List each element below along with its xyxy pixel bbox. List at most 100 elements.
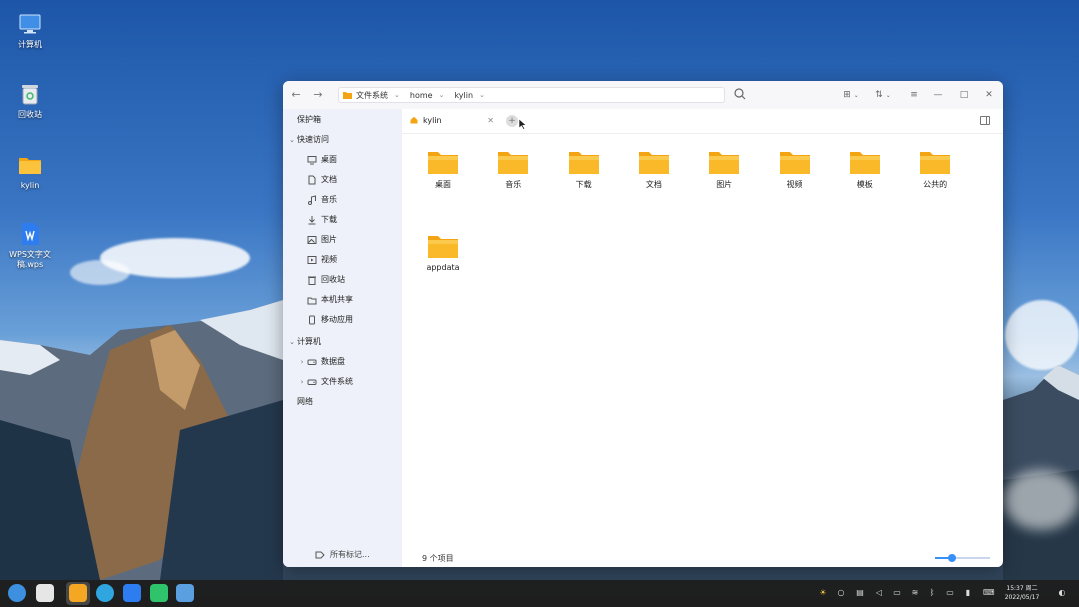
close-tab-icon[interactable]: ✕ (487, 116, 494, 125)
chevron-down-icon[interactable]: ⌄ (479, 91, 485, 99)
zoom-slider-handle[interactable] (947, 554, 956, 562)
folder-item[interactable]: 视频 (770, 149, 820, 190)
sidebar-item-label: 回收站 (321, 275, 345, 284)
chevron-right-icon[interactable]: › (297, 353, 307, 371)
sidebar-item-trash[interactable]: 回收站 (283, 271, 402, 289)
menu-button[interactable]: ≡ (907, 88, 921, 102)
sidebar-item-file-system[interactable]: › 文件系统 (283, 373, 402, 391)
folder-item[interactable]: 音乐 (488, 149, 538, 190)
sort-button[interactable]: ⇅ ⌄ (873, 88, 893, 102)
status-item-count: 9 个项目 (422, 554, 454, 563)
sort-icon: ⇅ (875, 90, 883, 100)
video-icon (307, 256, 317, 264)
add-tab-button[interactable]: + (506, 115, 518, 127)
desktop-icon-label: WPS文字文稿.wps (9, 250, 51, 269)
drive-icon (307, 379, 317, 385)
share-icon (307, 297, 317, 305)
start-menu-icon[interactable] (8, 584, 26, 602)
chevron-down-icon[interactable]: ⌄ (439, 91, 445, 99)
search-icon[interactable] (733, 87, 747, 101)
desktop-icon-label: 计算机 (18, 40, 42, 49)
sidebar-item-data-disk[interactable]: › 数据盘 (283, 353, 402, 371)
folder-item[interactable]: 模板 (840, 149, 890, 190)
forward-button[interactable]: → (311, 88, 325, 102)
sidebar-item-network[interactable]: 网络 (283, 393, 402, 411)
folder-icon (849, 152, 880, 174)
sidebar-item-documents[interactable]: 文档 (283, 171, 402, 189)
tab-kylin[interactable]: kylin ✕ (406, 112, 496, 130)
show-desktop-icon[interactable]: ◐ (1057, 588, 1067, 598)
folder-label: 模板 (856, 180, 873, 189)
folder-item[interactable]: 下载 (559, 149, 609, 190)
folder-label: 视频 (786, 180, 803, 189)
path-bar[interactable]: 文件系统 ⌄ home ⌄ kylin ⌄ (338, 87, 725, 103)
night-mode-icon[interactable]: ☀ (818, 588, 828, 598)
chevron-down-icon[interactable]: ⌄ (394, 91, 400, 99)
desktop-icon-kylin-folder[interactable]: kylin (4, 153, 56, 191)
folder-item[interactable]: 桌面 (418, 149, 468, 190)
zoom-slider[interactable] (935, 554, 990, 562)
sidebar-item-downloads[interactable]: 下载 (283, 211, 402, 229)
download-icon (308, 216, 316, 225)
sidebar-item-computer[interactable]: ⌄ 计算机 (283, 333, 402, 351)
close-button[interactable]: ✕ (982, 88, 996, 102)
browser-icon[interactable] (96, 584, 114, 602)
back-button[interactable]: ← (289, 88, 303, 102)
sidebar-item-label: 保护箱 (297, 115, 321, 124)
sidebar-item-videos[interactable]: 视频 (283, 251, 402, 269)
sidebar-item-label: 视频 (321, 255, 337, 264)
notification-sidebar-icon[interactable]: ▭ (892, 588, 902, 598)
minimize-button[interactable]: — (931, 88, 945, 102)
all-tags-button[interactable]: 所有标记... (303, 549, 393, 560)
sidebar-item-pictures[interactable]: 图片 (283, 231, 402, 249)
chevron-down-icon: ⌄ (853, 92, 859, 99)
taskbar-clock[interactable]: 15:37 周二 2022/05/17 (1002, 584, 1042, 602)
folder-item[interactable]: 图片 (699, 149, 749, 190)
desktop-icon-computer[interactable]: 计算机 (4, 12, 56, 50)
desktop-icon-wps-doc[interactable]: WPS文字文稿.wps (4, 222, 56, 270)
breadcrumb-kylin[interactable]: kylin ⌄ (454, 91, 484, 100)
folder-item[interactable]: 公共的 (910, 149, 960, 190)
input-method-icon[interactable]: ⌨ (983, 588, 995, 598)
breadcrumb-home[interactable]: home ⌄ (410, 91, 445, 100)
computer-icon (19, 14, 41, 34)
screen-projection-icon[interactable]: ▭ (945, 588, 955, 598)
file-manager-window: ← → 文件系统 ⌄ home ⌄ kylin ⌄ ⊞ ⌄ ⇅ ⌄ ≡ — □ … (283, 81, 1003, 567)
sidebar-item-label: 移动应用 (321, 315, 353, 324)
folder-item[interactable]: 文档 (629, 149, 679, 190)
folder-label: 图片 (716, 180, 733, 189)
software-store-icon[interactable] (150, 584, 168, 602)
sidebar-item-desktop[interactable]: 桌面 (283, 151, 402, 169)
folder-item[interactable]: appdata (418, 233, 468, 272)
folder-icon (19, 158, 41, 174)
bluetooth-icon[interactable]: ᛒ (927, 588, 937, 598)
file-manager-icon[interactable] (69, 584, 87, 602)
sidebar-item-mobile-apps[interactable]: 移动应用 (283, 311, 402, 329)
image-viewer-icon[interactable] (176, 584, 194, 602)
folder-label: 音乐 (505, 180, 522, 189)
preview-panel-toggle-icon[interactable] (980, 116, 990, 125)
multitask-view-icon[interactable] (36, 584, 54, 602)
network-icon[interactable]: ≋ (910, 588, 920, 598)
sidebar-item-local-share[interactable]: 本机共享 (283, 291, 402, 309)
desktop-icon-trash[interactable]: 回收站 (4, 82, 56, 120)
search-icon[interactable]: ○ (836, 588, 846, 598)
sidebar-item-quick-access[interactable]: ⌄ 快速访问 (283, 131, 402, 149)
sidebar-item-protect-box[interactable]: 保护箱 (283, 111, 402, 129)
chevron-down-icon[interactable]: ⌄ (287, 131, 297, 149)
chevron-right-icon[interactable]: › (297, 373, 307, 391)
sidebar-item-music[interactable]: 音乐 (283, 191, 402, 209)
wps-icon[interactable] (123, 584, 141, 602)
desktop-icon-label: kylin (20, 181, 40, 190)
view-mode-button[interactable]: ⊞ ⌄ (841, 88, 861, 102)
volume-icon[interactable]: ◁ (874, 588, 884, 598)
chevron-down-icon[interactable]: ⌄ (287, 333, 297, 351)
breadcrumb-filesystem[interactable]: 文件系统 ⌄ (343, 90, 400, 101)
battery-icon[interactable]: ▮ (963, 588, 973, 598)
document-icon (308, 175, 316, 185)
drive-icon (307, 359, 317, 365)
folder-icon (638, 152, 669, 174)
clipboard-icon[interactable]: ▤ (855, 588, 865, 598)
maximize-button[interactable]: □ (957, 88, 971, 102)
music-icon (308, 195, 316, 205)
